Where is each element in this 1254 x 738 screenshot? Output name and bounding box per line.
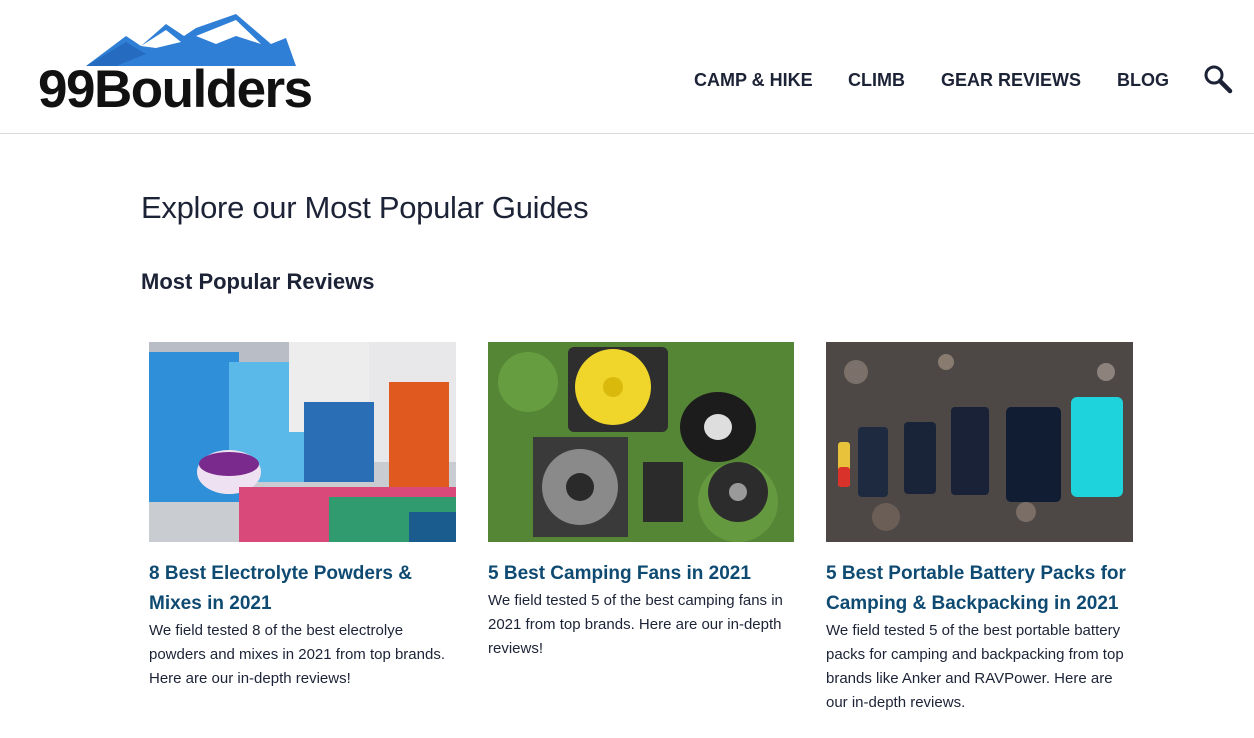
search-button[interactable] xyxy=(1203,64,1233,94)
electrolyte-products-photo[interactable] xyxy=(149,342,456,542)
card-description: We field tested 8 of the best electrolye… xyxy=(149,622,445,687)
search-icon xyxy=(1204,65,1233,94)
battery-packs-photo[interactable] xyxy=(826,342,1133,542)
mountain-logo-icon xyxy=(86,14,296,66)
nav-climb[interactable]: CLIMB xyxy=(848,68,905,92)
nav-camp-hike[interactable]: CAMP & HIKE xyxy=(694,68,813,92)
review-card: 5 Best Portable Battery Packs for Campin… xyxy=(826,342,1133,715)
card-title-link[interactable]: 5 Best Portable Battery Packs for Campin… xyxy=(826,559,1133,619)
section-subtitle: Most Popular Reviews xyxy=(141,269,375,294)
review-card: 8 Best Electrolyte Powders & Mixes in 20… xyxy=(149,342,456,691)
card-title-link[interactable]: 8 Best Electrolyte Powders & Mixes in 20… xyxy=(149,559,456,619)
logo-text: 99Boulders xyxy=(38,60,313,119)
nav-blog[interactable]: BLOG xyxy=(1117,68,1169,92)
card-title-link[interactable]: 5 Best Camping Fans in 2021 xyxy=(488,559,795,589)
card-description: We field tested 5 of the best portable b… xyxy=(826,622,1124,711)
site-header: 99Boulders CAMP & HIKE CLIMB GEAR REVIEW… xyxy=(0,0,1254,134)
page-title: Explore our Most Popular Guides xyxy=(141,190,589,225)
camping-fans-photo[interactable] xyxy=(488,342,795,542)
card-description: We field tested 5 of the best camping fa… xyxy=(488,592,783,657)
review-card: 5 Best Camping Fans in 2021 We field tes… xyxy=(488,342,795,661)
site-logo[interactable]: 99Boulders xyxy=(38,14,323,119)
nav-gear-reviews[interactable]: GEAR REVIEWS xyxy=(941,68,1081,92)
